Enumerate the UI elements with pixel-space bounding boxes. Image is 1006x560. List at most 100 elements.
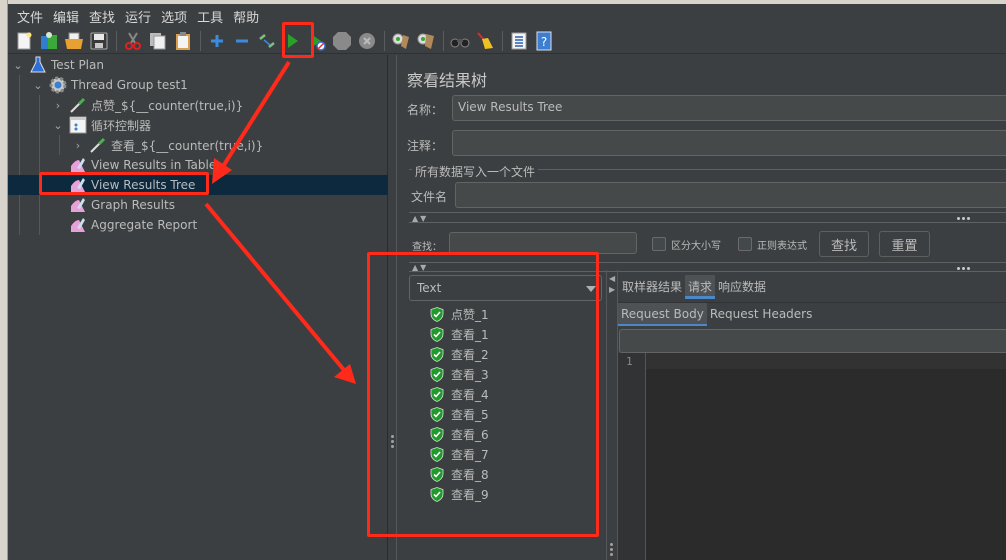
reset-button[interactable]: 重置 [879, 231, 930, 257]
test-plan-tree: ⌄ Test Plan ⌄ Thread Group test1 › 点赞_${… [8, 55, 388, 560]
thread-group-icon [49, 76, 67, 94]
tree-item-thread-group[interactable]: ⌄ Thread Group test1 [31, 75, 188, 95]
test-plan-icon [29, 56, 47, 74]
chevron-down-icon[interactable]: ⌄ [51, 119, 65, 132]
current-line-highlight [646, 353, 1006, 369]
collapse-icon [236, 39, 248, 42]
menu-run[interactable]: 运行 [120, 7, 156, 26]
toolbar-separator [116, 30, 117, 51]
tab-sampler-result[interactable]: 取样器结果 [619, 275, 685, 299]
sampler-icon [69, 96, 87, 114]
tree-item-graph-results[interactable]: Graph Results [69, 195, 175, 215]
request-body-editor[interactable]: 1 [618, 353, 1006, 560]
new-button[interactable] [12, 29, 36, 53]
expand-button[interactable] [205, 29, 229, 53]
shutdown-button[interactable] [355, 29, 379, 53]
comment-field[interactable] [452, 130, 1006, 156]
menu-help[interactable]: 帮助 [228, 7, 264, 26]
chevron-right-icon[interactable]: › [71, 139, 85, 152]
menu-tools[interactable]: 工具 [192, 7, 228, 26]
subtab-request-headers[interactable]: Request Headers [707, 303, 816, 326]
search-field[interactable] [449, 232, 637, 254]
toolbar-separator [502, 30, 503, 51]
desktop-background-left [0, 0, 8, 560]
chevron-down-icon[interactable]: ⌄ [31, 79, 45, 92]
open-icon [65, 32, 83, 49]
collapse-button[interactable] [230, 29, 254, 53]
tree-item-aggregate-report[interactable]: Aggregate Report [69, 215, 197, 235]
results-splitter[interactable]: ◀ ▶ [606, 270, 618, 560]
tree-guide-line [39, 95, 40, 235]
save-icon [90, 32, 108, 49]
comment-label: 注释： [407, 139, 444, 153]
regex-label: 正则表达式 [757, 241, 807, 252]
tree-item-label: View Results in Table [91, 158, 217, 172]
tree-item-label: 循环控制器 [91, 118, 152, 133]
toggle-icon [259, 33, 275, 48]
stop-button[interactable] [330, 29, 354, 53]
split-arrows-icon[interactable]: ◀ ▶ [609, 273, 615, 295]
search-label: 查找： [412, 242, 442, 253]
toolbar: ? [8, 28, 1006, 54]
listener-icon [69, 216, 87, 234]
divider [409, 222, 1006, 223]
tree-item-test-plan[interactable]: ⌄ Test Plan [11, 55, 104, 75]
menu-options[interactable]: 选项 [156, 7, 192, 26]
menu-edit[interactable]: 编辑 [48, 7, 84, 26]
tree-item-sampler-view[interactable]: › 查看_${__counter(true,i)} [71, 135, 263, 155]
splitter-handle-icon[interactable] [610, 543, 613, 556]
clear-all-icon [417, 33, 434, 49]
tree-item-sampler-like[interactable]: › 点赞_${__counter(true,i)} [51, 95, 243, 115]
chevron-right-icon[interactable]: › [51, 99, 65, 112]
regex-checkbox[interactable] [738, 237, 752, 251]
sampler-icon [89, 136, 107, 154]
name-label: 名称： [407, 103, 444, 117]
help-icon: ? [536, 31, 552, 50]
file-group-label: 所有数据写入一个文件 [412, 163, 539, 180]
case-sensitive-checkbox[interactable] [652, 237, 666, 251]
filename-field[interactable] [455, 182, 1006, 208]
copy-button[interactable] [146, 29, 170, 53]
menu-file[interactable]: 文件 [12, 7, 48, 26]
new-icon [17, 32, 32, 49]
paste-button[interactable] [171, 29, 195, 53]
chevron-down-icon[interactable]: ⌄ [11, 59, 25, 72]
request-url-field[interactable] [619, 329, 1006, 353]
reset-search-button[interactable] [473, 29, 497, 53]
annotation-box-view-results-tree [39, 172, 209, 195]
tree-item-loop-controller[interactable]: ⌄ 循环控制器 [51, 115, 151, 135]
clear-all-button[interactable] [414, 29, 438, 53]
case-sensitive-label: 区分大小写 [671, 241, 721, 252]
menu-search[interactable]: 查找 [84, 7, 120, 26]
help-button[interactable]: ? [532, 29, 556, 53]
function-helper-button[interactable] [507, 29, 531, 53]
name-field[interactable]: View Results Tree [452, 95, 1006, 121]
open-button[interactable] [62, 29, 86, 53]
toggle-button[interactable] [255, 29, 279, 53]
tree-item-label: Aggregate Report [91, 218, 198, 232]
tree-item-label: Graph Results [91, 198, 175, 212]
cut-icon [125, 31, 141, 50]
loop-controller-icon [69, 116, 87, 134]
cut-button[interactable] [121, 29, 145, 53]
tab-response-data[interactable]: 响应数据 [715, 275, 769, 299]
more-dots-icon[interactable] [957, 267, 970, 270]
more-dots-icon[interactable] [957, 217, 970, 220]
tab-request[interactable]: 请求 [685, 275, 716, 299]
templates-button[interactable] [37, 29, 61, 53]
clear-button[interactable] [389, 29, 413, 53]
annotation-box-results-list [367, 252, 599, 537]
find-button[interactable]: 查找 [819, 231, 869, 257]
tree-item-label: Test Plan [51, 58, 104, 72]
save-button[interactable] [87, 29, 111, 53]
tree-item-label: 点赞_${__counter(true,i)} [91, 98, 244, 113]
tree-item-label: 查看_${__counter(true,i)} [111, 138, 264, 153]
binoculars-icon [450, 38, 470, 47]
listener-icon [69, 196, 87, 214]
search-button[interactable] [448, 29, 472, 53]
subtab-request-body[interactable]: Request Body [618, 303, 707, 326]
divider [409, 212, 1006, 213]
templates-icon [41, 31, 57, 49]
clear-icon [392, 33, 409, 49]
toolbar-separator [200, 30, 201, 51]
